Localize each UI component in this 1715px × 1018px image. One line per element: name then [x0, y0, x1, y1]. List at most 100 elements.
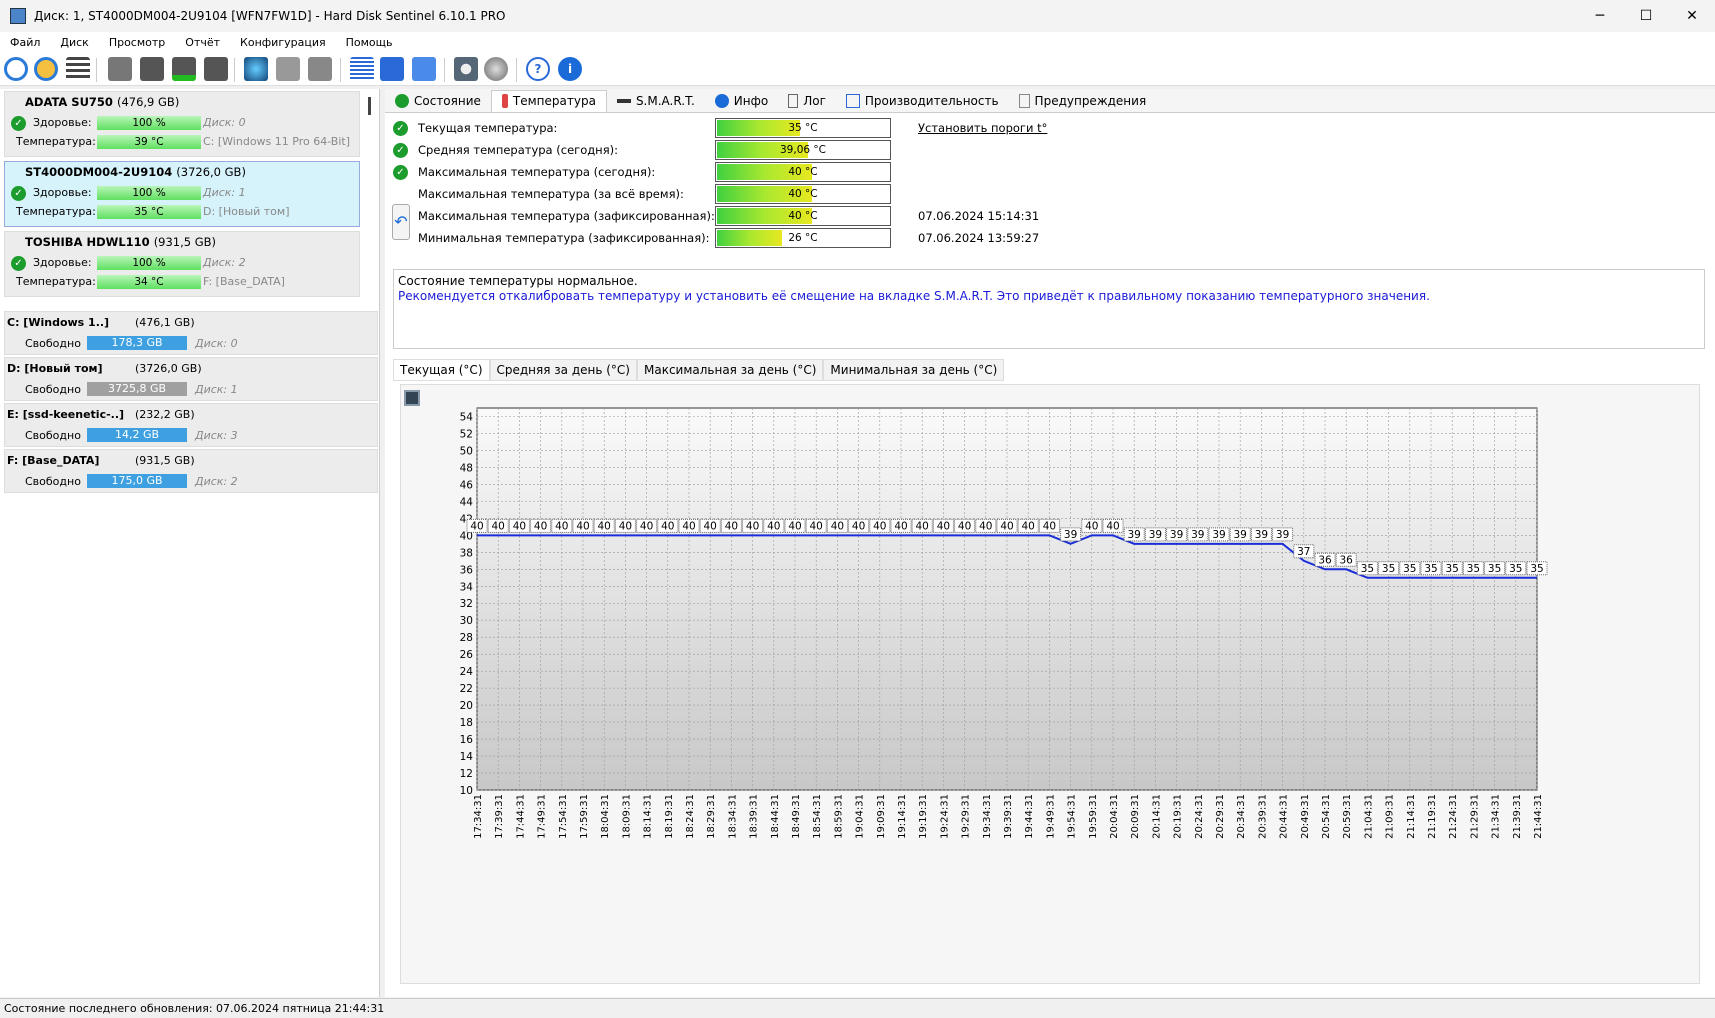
- refresh-icon[interactable]: [4, 57, 28, 81]
- app-icon: [10, 8, 26, 24]
- status-message: Состояние температуры нормальное. Рекоме…: [393, 269, 1705, 349]
- info-icon[interactable]: i: [558, 57, 582, 81]
- volume-item-d[interactable]: D: [Новый том] (3726,0 GB) Свободно 3725,8…: [4, 357, 378, 401]
- data-label: 39: [1276, 529, 1289, 541]
- check-icon: ✓: [393, 165, 408, 180]
- tab-smart[interactable]: S.M.A.R.T.: [607, 90, 705, 112]
- x-tick-label: 18:09:31: [621, 794, 632, 839]
- disk-item-toshiba[interactable]: TOSHIBA HDWL110 (931,5 GB) ✓ Здоровье: 100…: [4, 231, 360, 297]
- undo-icon[interactable]: ↶: [392, 204, 410, 240]
- disk-list-icon[interactable]: [66, 57, 90, 81]
- data-label: 40: [1022, 520, 1035, 532]
- y-tick-label: 50: [460, 445, 473, 457]
- report-icon[interactable]: [350, 57, 374, 81]
- network-disk-icon[interactable]: [276, 57, 300, 81]
- check-icon: ✓: [11, 186, 26, 201]
- y-tick-label: 14: [460, 751, 474, 763]
- volume-item-f[interactable]: F: [Base_DATA] (931,5 GB) Свободно 175,0 G…: [4, 449, 378, 493]
- disk-size: (476,9 GB): [116, 95, 180, 109]
- external-disk-icon[interactable]: [308, 57, 332, 81]
- x-tick-label: 20:09:31: [1130, 794, 1141, 839]
- temp-value: 40 °C: [788, 188, 818, 200]
- refresh-all-icon[interactable]: [34, 57, 58, 81]
- free-bar: 3725,8 GB: [87, 382, 187, 396]
- scrollbar-thumb[interactable]: [368, 97, 371, 115]
- chart-tab-max[interactable]: Максимальная за день (°C): [636, 359, 824, 381]
- disk-number: Диск: 1: [203, 186, 246, 199]
- gear-icon[interactable]: [454, 57, 478, 81]
- sound-icon[interactable]: [484, 57, 508, 81]
- x-tick-label: 20:19:31: [1173, 794, 1184, 839]
- check-icon: ✓: [393, 121, 408, 136]
- disk-search-icon[interactable]: [204, 57, 228, 81]
- data-label: 40: [1106, 520, 1119, 532]
- tab-performance[interactable]: Производительность: [836, 90, 1009, 112]
- menu-config[interactable]: Конфигурация: [230, 36, 336, 49]
- temp-label: Максимальная температура (за всё время):: [418, 187, 684, 201]
- temp-row: ✓ Максимальная температура (сегодня): 40 °…: [393, 162, 1693, 184]
- data-label: 39: [1128, 529, 1141, 541]
- tab-log[interactable]: Лог: [778, 90, 836, 112]
- help-icon[interactable]: ?: [526, 57, 550, 81]
- health-label: Здоровье:: [33, 116, 92, 129]
- disk-test-icon[interactable]: [140, 57, 164, 81]
- set-thresholds-link[interactable]: Установить пороги t°: [918, 121, 1047, 135]
- temp-value: 40 °C: [788, 166, 818, 178]
- data-label: 39: [1170, 529, 1183, 541]
- chart-tab-average[interactable]: Средняя за день (°C): [489, 359, 637, 381]
- tab-label: Предупреждения: [1034, 93, 1147, 108]
- tab-status[interactable]: Состояние: [385, 90, 491, 112]
- volume-name: C: [Windows 11 Pro 64-Bit]: [203, 135, 350, 148]
- data-label: 40: [1043, 520, 1056, 532]
- volume-item-e[interactable]: E: [ssd-keenetic-..] (232,2 GB) Свободно 1…: [4, 403, 378, 447]
- volume-item-c[interactable]: C: [Windows 1..] (476,1 GB) Свободно 178,3…: [4, 311, 378, 355]
- temp-gauge: 40 °C: [715, 206, 891, 226]
- volume-disk: Диск: 3: [195, 429, 238, 442]
- x-tick-label: 21:09:31: [1385, 794, 1396, 839]
- temp-gauge: 40 °C: [715, 162, 891, 182]
- data-label: 39: [1191, 529, 1204, 541]
- menu-disk[interactable]: Диск: [50, 36, 98, 49]
- x-tick-label: 19:29:31: [961, 794, 972, 839]
- x-tick-label: 19:14:31: [897, 794, 908, 839]
- tab-info[interactable]: Инфо: [705, 90, 778, 112]
- tab-label: S.M.A.R.T.: [635, 93, 695, 108]
- email-icon[interactable]: [380, 57, 404, 81]
- menu-help[interactable]: Помощь: [336, 36, 403, 49]
- maximize-button[interactable]: ☐: [1623, 0, 1669, 32]
- data-label: 40: [555, 520, 568, 532]
- disk-item-adata[interactable]: ADATA SU750 (476,9 GB) ✓ Здоровье: 100 % Ди…: [4, 91, 360, 157]
- send-report-icon[interactable]: [412, 57, 436, 81]
- data-label: 40: [598, 520, 611, 532]
- chart-tabs: Текущая (°C) Средняя за день (°C) Максим…: [393, 359, 1005, 381]
- menu-file[interactable]: Файл: [0, 36, 50, 49]
- data-label: 36: [1340, 554, 1354, 566]
- health-label: Здоровье:: [33, 256, 92, 269]
- data-label: 36: [1318, 554, 1332, 566]
- chart-tab-current[interactable]: Текущая (°C): [393, 359, 490, 381]
- x-tick-label: 19:59:31: [1088, 794, 1099, 839]
- menu-report[interactable]: Отчёт: [175, 36, 230, 49]
- free-label: Свободно: [25, 383, 81, 396]
- tab-temperature[interactable]: Температура: [490, 89, 607, 112]
- disk-ok-icon[interactable]: [172, 57, 196, 81]
- temp-gauge: 26 °C: [715, 228, 891, 248]
- minimize-button[interactable]: ─: [1577, 0, 1623, 32]
- free-label: Свободно: [25, 429, 81, 442]
- tab-warnings[interactable]: Предупреждения: [1009, 90, 1157, 112]
- menu-view[interactable]: Просмотр: [99, 36, 175, 49]
- check-icon: ✓: [393, 143, 408, 158]
- y-tick-label: 22: [460, 683, 473, 695]
- chart-tab-min[interactable]: Минимальная за день (°C): [823, 359, 1005, 381]
- y-tick-label: 32: [460, 598, 473, 610]
- disk-name: ST4000DM004-2U9104: [25, 165, 173, 179]
- data-label: 40: [704, 520, 717, 532]
- data-label: 40: [725, 520, 738, 532]
- globe-disk-icon[interactable]: [244, 57, 268, 81]
- data-label: 40: [810, 520, 823, 532]
- close-button[interactable]: ✕: [1669, 0, 1715, 32]
- y-tick-label: 54: [460, 411, 474, 423]
- disk-item-seagate[interactable]: ST4000DM004-2U9104 (3726,0 GB) ✓ Здоровье…: [4, 161, 360, 227]
- data-label: 40: [682, 520, 695, 532]
- disk-icon[interactable]: [108, 57, 132, 81]
